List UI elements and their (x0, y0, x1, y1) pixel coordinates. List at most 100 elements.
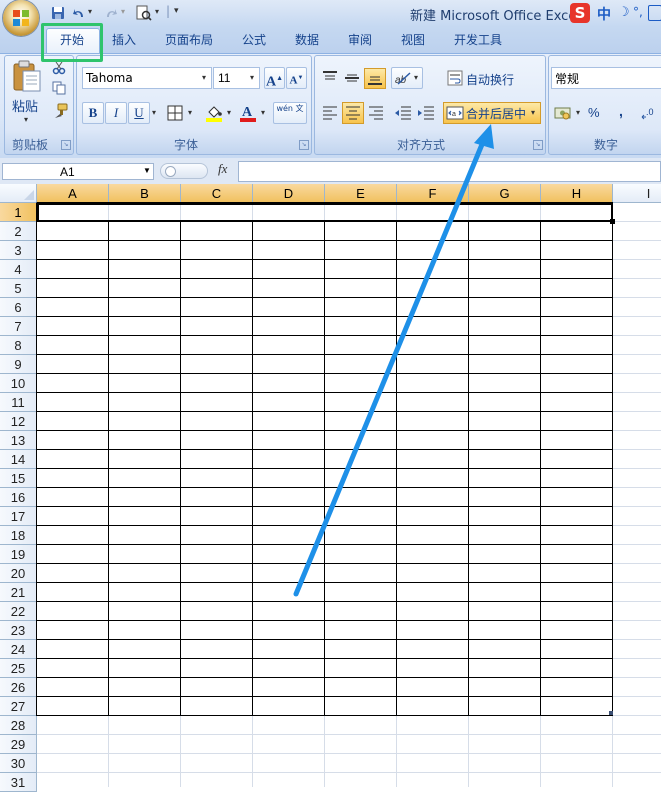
ime-toolbar[interactable]: S 中 ☽ °, (570, 3, 661, 25)
soft-keyboard-icon[interactable] (648, 5, 661, 21)
top-align-icon[interactable] (320, 69, 340, 87)
borders-dropdown-icon[interactable]: ▾ (188, 108, 192, 117)
column-header-d[interactable]: D (253, 184, 325, 203)
italic-button[interactable]: I (105, 102, 127, 124)
row-header-26[interactable]: 26 (0, 678, 37, 697)
row-header-1[interactable]: 1 (0, 203, 37, 222)
row-header-7[interactable]: 7 (0, 317, 37, 336)
column-header-g[interactable]: G (469, 184, 541, 203)
comma-style-button[interactable]: , (619, 103, 623, 119)
row-header-4[interactable]: 4 (0, 260, 37, 279)
column-header-a[interactable]: A (37, 184, 109, 203)
merge-center-button[interactable]: a 合并后居中 ▾ (443, 102, 541, 124)
save-icon[interactable] (51, 4, 65, 22)
worksheet-grid[interactable] (0, 184, 661, 787)
copy-icon[interactable] (52, 81, 66, 95)
row-header-10[interactable]: 10 (0, 374, 37, 393)
row-header-15[interactable]: 15 (0, 469, 37, 488)
font-name-combo[interactable]: Tahoma ▾ (82, 67, 212, 89)
align-left-icon[interactable] (320, 104, 340, 122)
row-header-20[interactable]: 20 (0, 564, 37, 583)
tab-view[interactable]: 视图 (393, 28, 433, 52)
row-header-27[interactable]: 27 (0, 697, 37, 716)
row-header-13[interactable]: 13 (0, 431, 37, 450)
row-header-8[interactable]: 8 (0, 336, 37, 355)
clipboard-dialog-launcher-icon[interactable]: ↘ (61, 140, 71, 150)
underline-button[interactable]: U (128, 102, 150, 124)
paste-dropdown-icon[interactable]: ▾ (24, 115, 28, 124)
format-painter-icon[interactable] (52, 103, 68, 119)
shrink-font-icon[interactable]: A▼ (286, 67, 307, 89)
orientation-dropdown-icon[interactable]: ▾ (414, 73, 418, 82)
column-header-h[interactable]: H (541, 184, 613, 203)
accounting-dropdown-icon[interactable]: ▾ (576, 108, 580, 117)
qat-dropdown-icon[interactable]: ▾ (155, 7, 159, 16)
grow-font-icon[interactable]: A▲ (264, 67, 285, 90)
wrap-text-button[interactable]: 自动换行 (466, 71, 514, 88)
bottom-align-button[interactable] (364, 68, 386, 89)
tab-data[interactable]: 数据 (287, 28, 327, 52)
tab-developer[interactable]: 开发工具 (447, 28, 509, 52)
font-size-combo[interactable]: 11 ▾ (213, 67, 260, 89)
alignment-dialog-launcher-icon[interactable]: ↘ (533, 140, 543, 150)
select-all-corner[interactable] (0, 184, 37, 203)
font-name-dropdown-icon[interactable]: ▾ (202, 73, 206, 82)
row-header-11[interactable]: 11 (0, 393, 37, 412)
align-right-icon[interactable] (366, 104, 386, 122)
paste-button[interactable]: 粘贴 (12, 96, 38, 115)
decrease-indent-icon[interactable] (393, 104, 413, 122)
row-header-25[interactable]: 25 (0, 659, 37, 678)
underline-dropdown-icon[interactable]: ▾ (152, 108, 156, 117)
column-header-e[interactable]: E (325, 184, 397, 203)
undo-dropdown-icon[interactable]: ▾ (88, 7, 92, 16)
row-header-18[interactable]: 18 (0, 526, 37, 545)
font-dialog-launcher-icon[interactable]: ↘ (299, 140, 309, 150)
row-header-12[interactable]: 12 (0, 412, 37, 431)
column-header-i[interactable]: I (613, 184, 661, 203)
column-header-b[interactable]: B (109, 184, 181, 203)
insert-function-button[interactable]: fx (218, 161, 227, 177)
row-header-31[interactable]: 31 (0, 773, 37, 792)
office-button[interactable] (3, 0, 39, 36)
row-header-30[interactable]: 30 (0, 754, 37, 773)
percent-style-button[interactable]: % (588, 105, 600, 120)
row-header-19[interactable]: 19 (0, 545, 37, 564)
fill-color-dropdown-icon[interactable]: ▾ (227, 108, 231, 117)
merge-center-dropdown-icon[interactable]: ▾ (531, 108, 535, 117)
fill-color-icon[interactable] (204, 103, 224, 123)
cut-icon[interactable] (52, 61, 66, 75)
ime-chinese-mode[interactable]: 中 (597, 4, 611, 24)
undo-icon[interactable] (72, 4, 86, 22)
name-box-dropdown-icon[interactable]: ▼ (143, 166, 151, 175)
phonetic-guide-button[interactable]: wén 文 (273, 102, 307, 124)
accounting-format-icon[interactable] (553, 104, 573, 122)
row-header-9[interactable]: 9 (0, 355, 37, 374)
borders-icon[interactable] (166, 104, 184, 122)
tab-insert[interactable]: 插入 (104, 28, 144, 52)
row-header-14[interactable]: 14 (0, 450, 37, 469)
customize-qat-icon[interactable]: ▾ (174, 6, 179, 16)
column-header-c[interactable]: C (181, 184, 253, 203)
bold-button[interactable]: B (82, 102, 104, 124)
tab-review[interactable]: 审阅 (340, 28, 380, 52)
row-header-22[interactable]: 22 (0, 602, 37, 621)
font-size-dropdown-icon[interactable]: ▾ (250, 73, 254, 82)
column-header-f[interactable]: F (397, 184, 469, 203)
font-color-icon[interactable]: A (238, 103, 258, 123)
increase-indent-icon[interactable] (416, 104, 436, 122)
row-header-28[interactable]: 28 (0, 716, 37, 735)
print-preview-icon[interactable] (135, 4, 153, 22)
font-color-dropdown-icon[interactable]: ▾ (261, 108, 265, 117)
center-align-button[interactable] (342, 102, 364, 124)
tab-page-layout[interactable]: 页面布局 (160, 28, 218, 52)
punctuation-icon[interactable]: °, (633, 5, 643, 19)
paste-icon[interactable] (11, 59, 43, 93)
redo-icon[interactable] (104, 4, 118, 22)
row-header-21[interactable]: 21 (0, 583, 37, 602)
row-header-16[interactable]: 16 (0, 488, 37, 507)
row-header-2[interactable]: 2 (0, 222, 37, 241)
increase-decimal-icon[interactable]: .0 (640, 104, 660, 122)
row-header-29[interactable]: 29 (0, 735, 37, 754)
row-header-17[interactable]: 17 (0, 507, 37, 526)
formula-input[interactable] (238, 161, 661, 182)
